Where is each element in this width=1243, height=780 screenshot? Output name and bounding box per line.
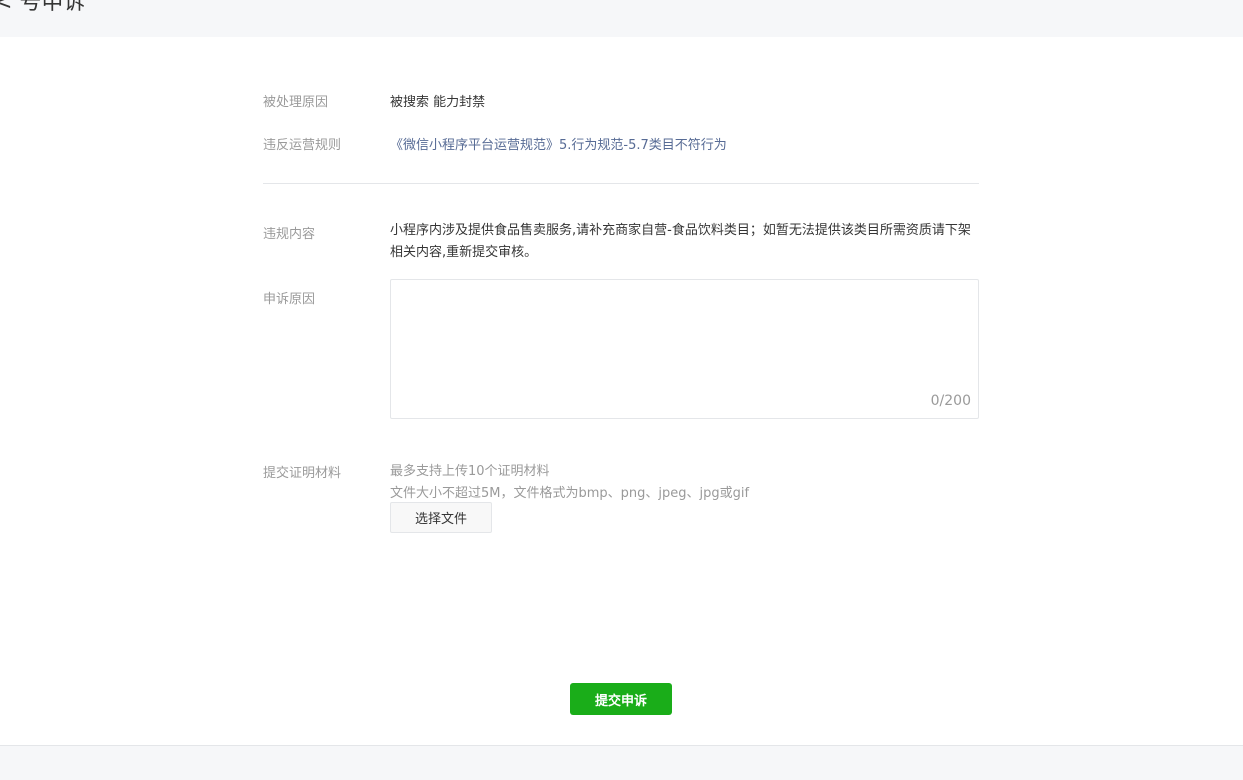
- appeal-reason-field: 0/200: [390, 279, 979, 419]
- char-counter: 0/200: [930, 393, 971, 409]
- appeal-reason-label: 申诉原因: [263, 292, 316, 307]
- evidence-count-hint: 最多支持上传10个证明材料: [390, 464, 550, 479]
- evidence-format-hint: 文件大小不超过5M，文件格式为bmp、png、jpeg、jpg或gif: [390, 486, 750, 501]
- rule-label: 违反运营规则: [263, 138, 342, 153]
- reason-value: 被搜索 能力封禁: [390, 95, 486, 110]
- rule-link[interactable]: 《微信小程序平台运营规范》5.行为规范-5.7类目不符行为: [390, 134, 727, 153]
- submit-appeal-button[interactable]: 提交申诉: [570, 683, 672, 715]
- footer-bar: [0, 745, 1243, 780]
- appeal-reason-input[interactable]: [391, 280, 978, 418]
- page-title: < 号申诉: [0, 0, 86, 15]
- choose-file-button[interactable]: 选择文件: [390, 502, 492, 533]
- violation-content: 小程序内涉及提供食品售卖服务,请补充商家自营-食品饮料类目；如暂无法提供该类目所…: [390, 223, 971, 260]
- violation-label: 违规内容: [263, 227, 316, 242]
- evidence-label: 提交证明材料: [263, 466, 342, 481]
- top-bar: < 号申诉: [0, 0, 1243, 37]
- section-divider: [263, 183, 979, 184]
- reason-label: 被处理原因: [263, 95, 329, 110]
